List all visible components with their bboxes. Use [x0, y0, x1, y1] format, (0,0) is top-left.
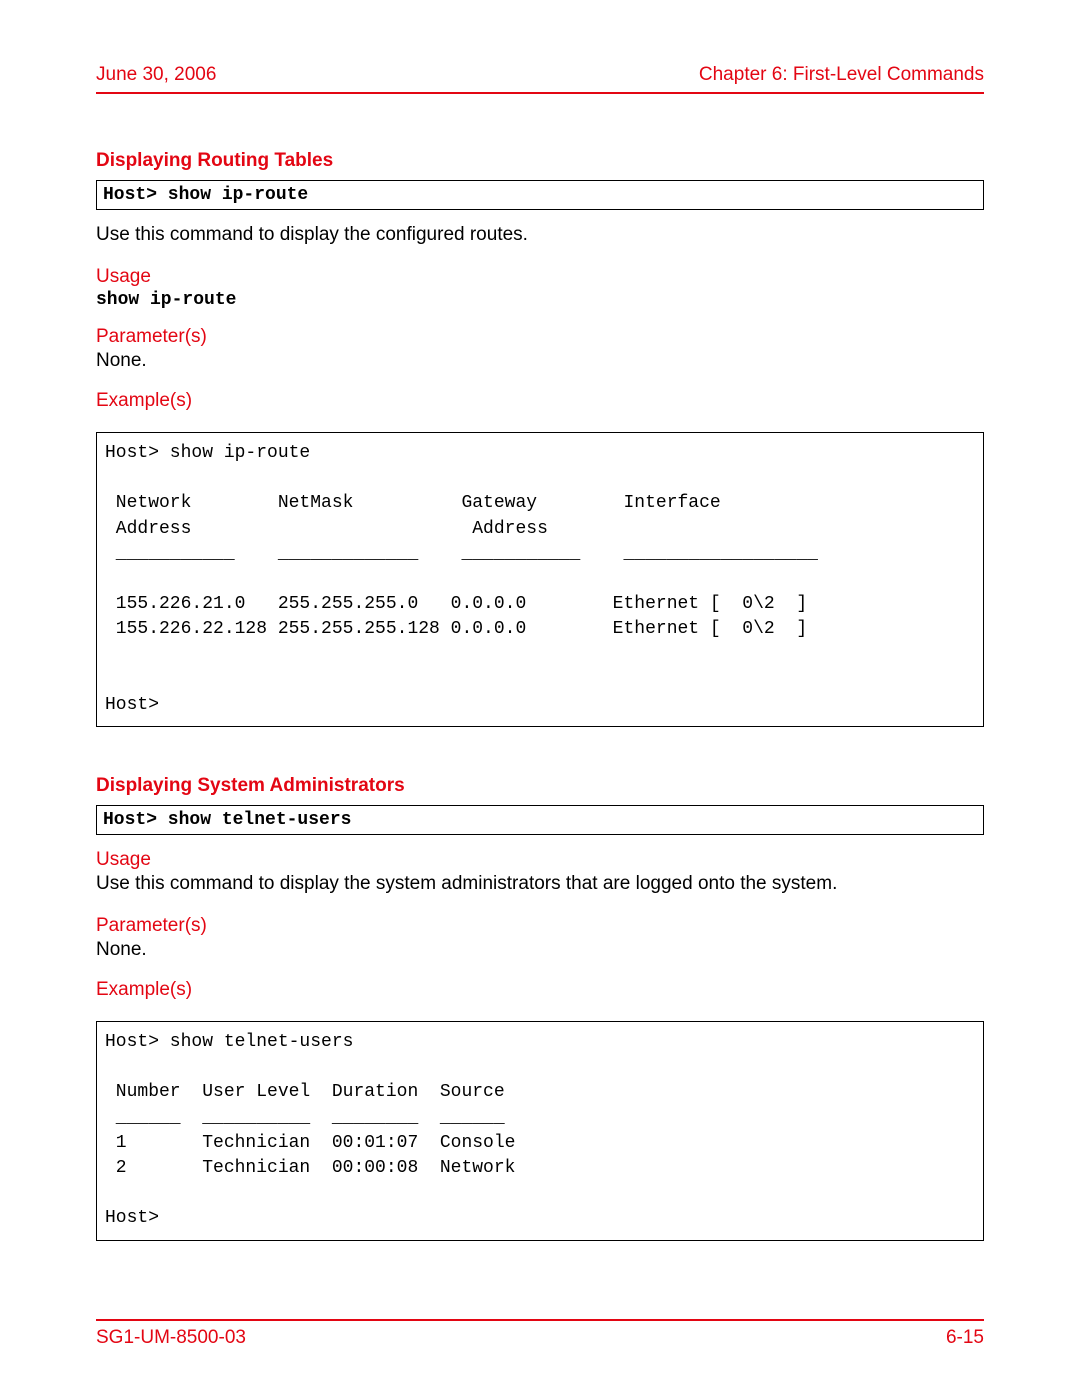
section2-examples-label: Example(s)	[96, 979, 984, 1001]
section1-command-box: Host> show ip-route	[96, 180, 984, 210]
section2-usage-label: Usage	[96, 849, 984, 871]
footer-doc-id: SG1-UM-8500-03	[96, 1327, 246, 1349]
section2-parameters-label: Parameter(s)	[96, 915, 984, 937]
section1-examples-label: Example(s)	[96, 390, 984, 412]
section1-description: Use this command to display the configur…	[96, 224, 984, 246]
section1-example-box: Host> show ip-route Network NetMask Gate…	[96, 432, 984, 727]
section2-parameters-value: None.	[96, 939, 984, 961]
section1-title: Displaying Routing Tables	[96, 150, 984, 172]
header-date: June 30, 2006	[96, 64, 216, 86]
section2-command-box: Host> show telnet-users	[96, 805, 984, 835]
section1-usage-cmd: show ip-route	[96, 290, 984, 310]
section2-usage-desc: Use this command to display the system a…	[96, 873, 984, 895]
header-rule	[96, 92, 984, 94]
page-container: June 30, 2006 Chapter 6: First-Level Com…	[0, 0, 1080, 1339]
section2-example-box: Host> show telnet-users Number User Leve…	[96, 1021, 984, 1241]
section1-usage-label: Usage	[96, 266, 984, 288]
page-footer: SG1-UM-8500-03 6-15	[96, 1319, 984, 1349]
section1-parameters-value: None.	[96, 350, 984, 372]
header-chapter: Chapter 6: First-Level Commands	[699, 64, 984, 86]
footer-page-num: 6-15	[946, 1327, 984, 1349]
section2-title: Displaying System Administrators	[96, 775, 984, 797]
section1-parameters-label: Parameter(s)	[96, 326, 984, 348]
page-header: June 30, 2006 Chapter 6: First-Level Com…	[96, 64, 984, 92]
